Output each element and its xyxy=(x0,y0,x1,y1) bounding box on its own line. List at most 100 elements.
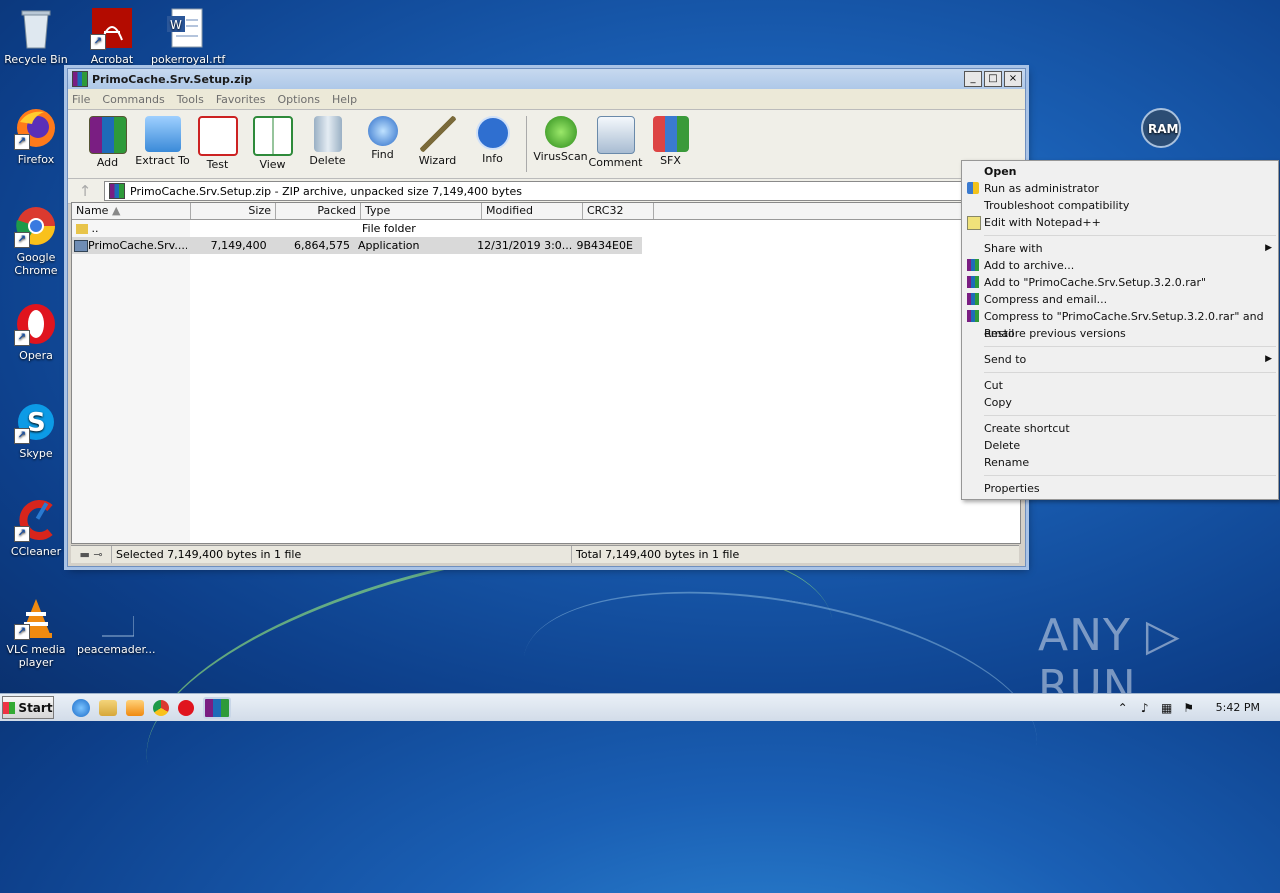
winrar-icon xyxy=(967,293,979,305)
menu-compress-rar-email[interactable]: Compress to "PrimoCache.Srv.Setup.3.2.0.… xyxy=(962,308,1278,340)
desktop-icon-opera[interactable]: ↗ Opera xyxy=(1,302,71,362)
menu-tools[interactable]: Tools xyxy=(177,93,204,106)
chrome-icon: ↗ xyxy=(14,204,58,248)
delete-button[interactable]: Delete xyxy=(300,112,355,167)
extract-to-button[interactable]: Extract To xyxy=(135,112,190,167)
view-button[interactable]: View xyxy=(245,112,300,171)
menu-help[interactable]: Help xyxy=(332,93,357,106)
menu-run-as-admin[interactable]: Run as administrator xyxy=(962,180,1278,197)
menu-file[interactable]: File xyxy=(72,93,90,106)
address-bar: ↑ PrimoCache.Srv.Setup.zip - ZIP archive… xyxy=(68,179,1025,204)
test-label: Test xyxy=(206,158,229,171)
desktop-icon-recycle-bin[interactable]: Recycle Bin xyxy=(1,6,71,66)
submenu-arrow-icon: ▶ xyxy=(1265,354,1272,364)
menu-options[interactable]: Options xyxy=(278,93,320,106)
winrar-window: PrimoCache.Srv.Setup.zip _ □ × File Comm… xyxy=(67,68,1026,567)
col-type[interactable]: Type xyxy=(361,203,482,219)
clock[interactable]: 5:42 PM xyxy=(1216,701,1260,714)
application-icon xyxy=(74,240,88,252)
window-titlebar[interactable]: PrimoCache.Srv.Setup.zip _ □ × xyxy=(68,69,1025,89)
list-header: Name ▲ Size Packed Type Modified CRC32 xyxy=(72,203,1020,220)
desktop-icon-skype[interactable]: S ↗ Skype xyxy=(1,400,71,460)
opera-taskbar-icon[interactable] xyxy=(178,699,194,716)
test-button[interactable]: Test xyxy=(190,112,245,171)
desktop-icon-ram[interactable]: RAM xyxy=(1126,106,1196,153)
col-packed[interactable]: Packed xyxy=(276,203,361,219)
menu-properties[interactable]: Properties xyxy=(962,480,1278,497)
blank-file-icon xyxy=(90,596,135,640)
menu-cut[interactable]: Cut xyxy=(962,377,1278,394)
menu-compress-email[interactable]: Compress and email... xyxy=(962,291,1278,308)
show-hidden-icons-icon[interactable]: ⌃ xyxy=(1116,701,1130,715)
volume-icon[interactable]: ♪ xyxy=(1138,701,1152,715)
menu-commands[interactable]: Commands xyxy=(102,93,164,106)
desktop-icon-ccleaner[interactable]: ↗ CCleaner xyxy=(1,498,71,558)
shortcut-arrow-icon: ↗ xyxy=(14,134,30,150)
minimize-button[interactable]: _ xyxy=(964,71,982,87)
desktop-icon-label: Acrobat xyxy=(90,53,134,66)
menu-rename[interactable]: Rename xyxy=(962,454,1278,471)
desktop-icon-label: pokerroyal.rtf xyxy=(151,53,226,66)
trash-bin-icon xyxy=(313,116,342,152)
col-modified[interactable]: Modified xyxy=(482,203,583,219)
drive-key-icon[interactable]: ▬ ⊸ xyxy=(71,546,111,563)
internet-explorer-icon[interactable] xyxy=(72,698,90,717)
col-crc32[interactable]: CRC32 xyxy=(583,203,654,219)
menu-open[interactable]: Open xyxy=(962,163,1278,180)
desktop-icon-acrobat[interactable]: ↗ Acrobat xyxy=(77,6,147,66)
desktop-icon-label: Google Chrome xyxy=(14,251,58,277)
menu-delete[interactable]: Delete xyxy=(962,437,1278,454)
table-row[interactable]: .. File folder xyxy=(72,220,1020,237)
table-row-selected[interactable]: PrimoCache.Srv.... 7,149,400 6,864,575 A… xyxy=(72,237,642,254)
file-explorer-icon[interactable] xyxy=(99,699,117,716)
col-size[interactable]: Size xyxy=(191,203,276,219)
media-player-icon[interactable] xyxy=(126,699,144,716)
menu-separator xyxy=(984,346,1276,347)
menu-copy[interactable]: Copy xyxy=(962,394,1278,411)
desktop-icon-pokerroyal[interactable]: W pokerroyal.rtf xyxy=(151,6,226,66)
shortcut-arrow-icon: ↗ xyxy=(14,526,30,542)
info-button[interactable]: Info xyxy=(465,112,520,165)
virusscan-button[interactable]: VirusScan xyxy=(533,112,588,163)
menu-separator xyxy=(984,475,1276,476)
name-column-shade xyxy=(72,220,190,543)
up-arrow-icon[interactable]: ↑ xyxy=(74,182,96,200)
find-button[interactable]: Find xyxy=(355,112,410,161)
info-label: Info xyxy=(482,152,503,165)
menu-favorites[interactable]: Favorites xyxy=(216,93,266,106)
menu-troubleshoot[interactable]: Troubleshoot compatibility xyxy=(962,197,1278,214)
desktop-icon-chrome[interactable]: ↗ Google Chrome xyxy=(1,204,71,277)
start-button[interactable]: Start xyxy=(2,696,54,719)
menu-share-with[interactable]: Share with ▶ xyxy=(962,240,1278,257)
comment-icon xyxy=(596,116,635,154)
winrar-taskbar-icon[interactable] xyxy=(203,696,231,719)
shortcut-arrow-icon: ↗ xyxy=(14,428,30,444)
desktop-icon-label: Skype xyxy=(19,447,53,460)
shortcut-arrow-icon: ↗ xyxy=(14,232,30,248)
menu-add-to-rar[interactable]: Add to "PrimoCache.Srv.Setup.3.2.0.rar" xyxy=(962,274,1278,291)
menu-create-shortcut[interactable]: Create shortcut xyxy=(962,420,1278,437)
action-center-flag-icon[interactable]: ⚑ xyxy=(1182,701,1196,715)
menu-restore-previous[interactable]: Restore previous versions xyxy=(962,325,1278,342)
shortcut-arrow-icon: ↗ xyxy=(90,34,106,50)
desktop-icon-firefox[interactable]: ↗ Firefox xyxy=(1,106,71,166)
close-button[interactable]: × xyxy=(1004,71,1022,87)
desktop-icon-vlc[interactable]: ↗ VLC media player xyxy=(1,596,71,669)
add-button[interactable]: Add xyxy=(80,112,135,169)
network-icon[interactable]: ▦ xyxy=(1160,701,1174,715)
menu-send-to[interactable]: Send to ▶ xyxy=(962,351,1278,368)
virus-scan-icon xyxy=(544,116,577,148)
wizard-button[interactable]: Wizard xyxy=(410,112,465,167)
col-name[interactable]: Name ▲ xyxy=(72,203,191,219)
extract-to-label: Extract To xyxy=(135,154,190,167)
maximize-button[interactable]: □ xyxy=(984,71,1002,87)
word-document-icon: W xyxy=(164,6,208,50)
menu-separator xyxy=(984,372,1276,373)
sfx-button[interactable]: SFX xyxy=(643,112,698,167)
menu-add-to-archive[interactable]: Add to archive... xyxy=(962,257,1278,274)
address-field[interactable]: PrimoCache.Srv.Setup.zip - ZIP archive, … xyxy=(104,181,965,201)
chrome-taskbar-icon[interactable] xyxy=(153,699,169,716)
desktop-icon-peacemader[interactable]: peacemader... xyxy=(77,596,156,656)
view-book-icon xyxy=(252,116,293,156)
comment-button[interactable]: Comment xyxy=(588,112,643,169)
